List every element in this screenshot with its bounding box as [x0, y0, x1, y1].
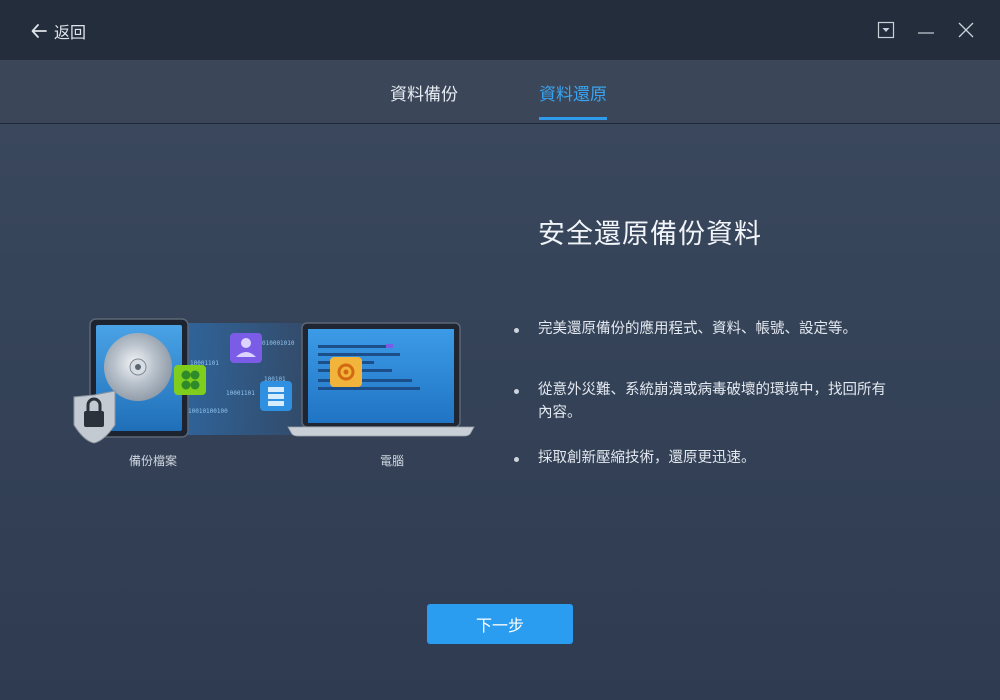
tab-data-backup[interactable]: 資料備份 [390, 80, 458, 120]
list-item: 完美還原備份的應用程式、資料、帳號、設定等。 [514, 318, 894, 341]
tab-bar: 資料備份 資料還原 [0, 60, 1000, 124]
app-settings-icon [330, 357, 362, 387]
app-database-icon [260, 381, 292, 411]
dropdown-menu-button[interactable] [876, 20, 896, 40]
close-icon [958, 22, 974, 38]
list-item-text: 從意外災難、系統崩潰或病毒破壞的環境中，找回所有內容。 [538, 382, 886, 421]
restore-illustration: 010001010 10001101 100101 10001101 10010… [66, 315, 486, 475]
back-button[interactable]: 返回 [30, 18, 86, 44]
tab-data-restore[interactable]: 資料還原 [539, 80, 607, 120]
next-step-button[interactable]: 下一步 [427, 604, 573, 644]
app-clover-icon [174, 365, 206, 395]
close-button[interactable] [956, 20, 976, 40]
back-label: 返回 [54, 23, 87, 42]
bullet-dot-icon [514, 457, 519, 462]
title-bar: 返回 [0, 0, 1000, 60]
computer-caption: 電腦 [380, 454, 405, 468]
minimize-button[interactable] [916, 20, 936, 40]
list-item: 從意外災難、系統崩潰或病毒破壞的環境中，找回所有內容。 [514, 379, 894, 425]
bullet-dot-icon [514, 328, 519, 333]
list-item-text: 採取創新壓縮技術，還原更迅速。 [538, 450, 756, 466]
app-window: 返回 資料備份 資料還原 010001010 10001101 100101 1… [0, 0, 1000, 700]
app-contact-icon [230, 333, 262, 363]
laptop-device [287, 322, 475, 437]
page-headline: 安全還原備份資料 [538, 219, 762, 250]
bullet-dot-icon [514, 389, 519, 394]
arrow-left-icon [30, 22, 48, 40]
binary-text-4: 10001101 [226, 390, 255, 397]
dropdown-box-icon [877, 21, 895, 39]
backup-file-caption: 備份檔案 [129, 454, 178, 468]
binary-text-1: 010001010 [262, 340, 295, 347]
binary-text-5: 10010100100 [188, 408, 228, 415]
list-item: 採取創新壓縮技術，還原更迅速。 [514, 447, 894, 470]
list-item-text: 完美還原備份的應用程式、資料、帳號、設定等。 [538, 321, 857, 337]
minimize-icon [918, 32, 934, 34]
